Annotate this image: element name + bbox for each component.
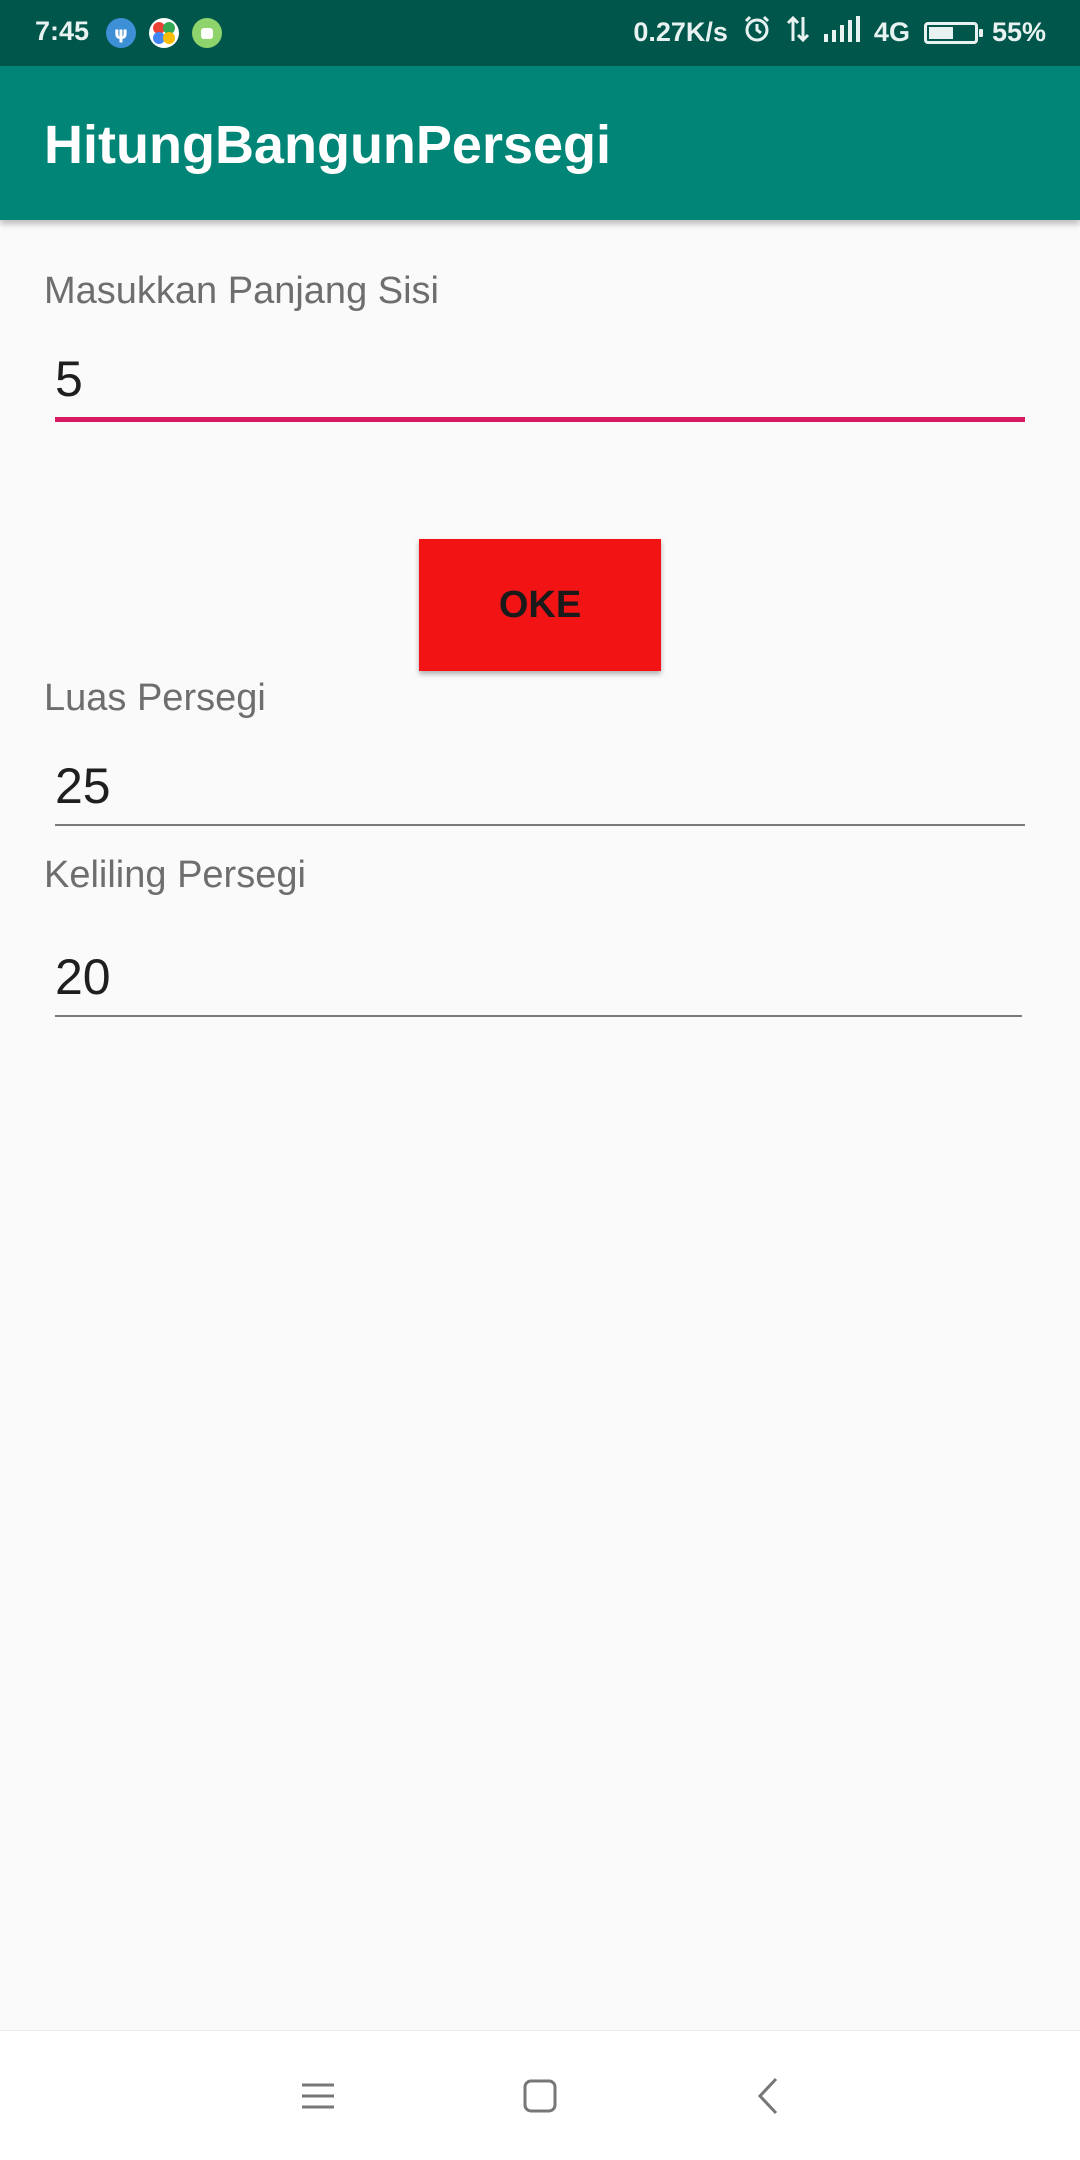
app-notification-icon bbox=[149, 18, 179, 48]
area-field[interactable]: 25 bbox=[55, 757, 1025, 826]
home-icon[interactable] bbox=[505, 2061, 575, 2131]
app-bar: HitungBangunPersegi bbox=[0, 66, 1080, 220]
network-type: 4G bbox=[873, 17, 910, 47]
oke-button[interactable]: OKE bbox=[419, 539, 661, 671]
side-length-value: 5 bbox=[55, 351, 83, 407]
battery-percent: 55% bbox=[991, 17, 1046, 47]
alarm-icon bbox=[742, 14, 772, 51]
android-icon bbox=[192, 18, 222, 48]
signal-icon bbox=[823, 16, 860, 49]
usb-debug-icon: ψ bbox=[106, 18, 136, 48]
side-length-label: Masukkan Panjang Sisi bbox=[44, 270, 439, 312]
side-length-underline bbox=[55, 417, 1025, 422]
area-value: 25 bbox=[55, 758, 111, 814]
perimeter-value: 20 bbox=[55, 949, 111, 1005]
perimeter-label: Keliling Persegi bbox=[44, 854, 306, 896]
area-label: Luas Persegi bbox=[44, 677, 266, 719]
navigation-bar bbox=[0, 2030, 1080, 2160]
screen: 7:45 ψ 0.27K/s 4G 55% HitungBangunPerseg… bbox=[0, 0, 1080, 2160]
status-time: 7:45 bbox=[35, 16, 90, 46]
battery-level bbox=[928, 26, 953, 39]
app-title: HitungBangunPersegi bbox=[44, 115, 612, 175]
status-right-group: 0.27K/s 4G 55% bbox=[633, 14, 1046, 51]
back-icon[interactable] bbox=[733, 2061, 803, 2131]
data-transfer-icon bbox=[786, 14, 810, 51]
side-length-input[interactable]: 5 bbox=[55, 350, 1025, 422]
area-underline bbox=[55, 824, 1025, 826]
status-bar: 7:45 ψ 0.27K/s 4G 55% bbox=[0, 0, 1080, 66]
menu-icon[interactable] bbox=[283, 2061, 353, 2131]
network-speed: 0.27K/s bbox=[633, 17, 728, 47]
perimeter-underline bbox=[55, 1015, 1022, 1017]
perimeter-field[interactable]: 20 bbox=[55, 948, 1022, 1017]
svg-text:ψ: ψ bbox=[114, 24, 128, 44]
battery-icon bbox=[923, 21, 983, 44]
